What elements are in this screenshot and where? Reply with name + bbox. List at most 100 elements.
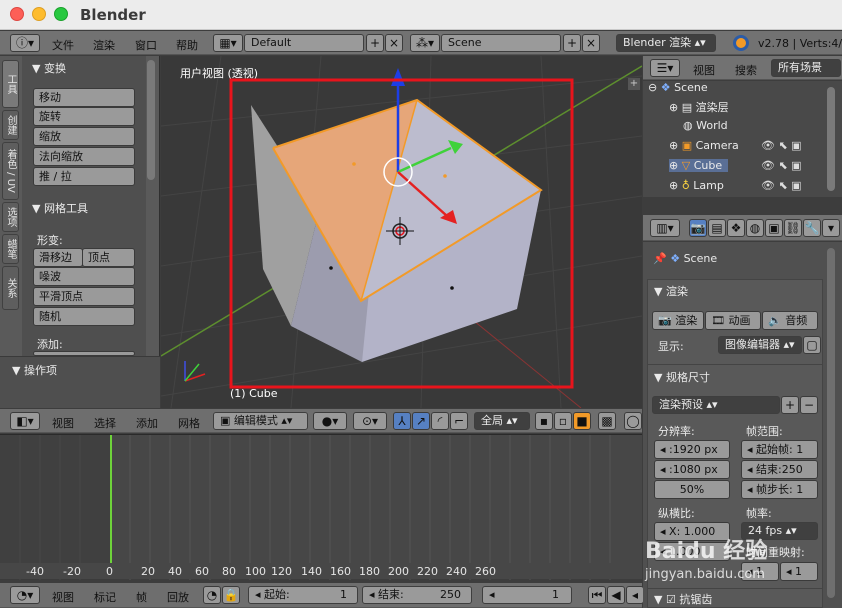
viewport-menu-select[interactable]: 选择	[94, 415, 116, 431]
limit-selection-icon[interactable]: ▩	[598, 412, 616, 430]
render-preset-select[interactable]: 渲染预设 ▴▾	[652, 396, 780, 414]
render-panel-title[interactable]: ▼ 渲染	[654, 283, 688, 299]
viewport-menu-add[interactable]: 添加	[136, 415, 158, 431]
preview-range-icon[interactable]: ◔	[203, 586, 221, 604]
shading-select-icon[interactable]: ●▾	[313, 412, 347, 430]
minimize-window-icon[interactable]	[32, 7, 46, 21]
start-frame-prop-field[interactable]: ◂ 起始帧: 1	[741, 440, 818, 459]
manipulator-z-arrow[interactable]	[391, 68, 405, 86]
noise-button[interactable]: 噪波	[33, 267, 135, 286]
menu-help[interactable]: 帮助	[176, 37, 198, 53]
smooth-vertex-button[interactable]: 平滑顶点	[33, 287, 135, 306]
menu-file[interactable]: 文件	[52, 37, 74, 53]
tab-create[interactable]: 创建	[2, 110, 19, 140]
outliner-item-world[interactable]: ◍ World	[683, 119, 728, 132]
tab-grease-pencil[interactable]: 蜡笔	[2, 234, 19, 264]
more-tabs-icon[interactable]: ▾	[822, 219, 840, 237]
tab-options[interactable]: 选项	[2, 202, 19, 232]
add-preset-icon[interactable]: +	[781, 396, 799, 414]
antialiasing-panel-title[interactable]: ▼ ☑ 抗锯齿	[654, 591, 712, 607]
timeline-menu-view[interactable]: 视图	[52, 589, 74, 605]
prev-keyframe-icon[interactable]: ◀	[607, 586, 625, 604]
properties-toggle-icon[interactable]: +	[628, 78, 640, 90]
current-frame-field[interactable]: ◂ 1	[482, 586, 572, 604]
timeline-area[interactable]	[0, 434, 642, 580]
info-editor-type-icon[interactable]: ⓘ▾	[10, 34, 40, 52]
data-tab-icon[interactable]: 🔧	[803, 219, 821, 237]
outliner-menu-view[interactable]: 视图	[693, 62, 715, 78]
layout-field[interactable]: Default	[244, 34, 364, 52]
modifiers-tab-icon[interactable]: ⛓	[784, 219, 802, 237]
layout-icon[interactable]: ▦▾	[213, 34, 243, 52]
shrink-fatten-button[interactable]: 法向缩放	[33, 147, 135, 166]
render-audio-button[interactable]: 🔈 音频	[762, 311, 818, 330]
face-select-icon[interactable]: ■	[573, 412, 591, 430]
timeline-menu-frame[interactable]: 帧	[136, 589, 147, 605]
dimensions-panel-title[interactable]: ▼ 规格尺寸	[654, 369, 710, 385]
camera-visibility-icons[interactable]: 👁 ⬉ ▣	[761, 139, 802, 152]
3d-view-editor-icon[interactable]: ◧▾	[10, 412, 40, 430]
timeline-menu-marker[interactable]: 标记	[94, 589, 116, 605]
outliner-item-lamp[interactable]: ⊕ ♁ Lamp	[669, 179, 724, 192]
menu-render[interactable]: 渲染	[93, 37, 115, 53]
close-window-icon[interactable]	[10, 7, 24, 21]
jump-start-icon[interactable]: ⏮	[588, 586, 606, 604]
outliner-menu-search[interactable]: 搜索	[735, 62, 757, 78]
render-engine-select[interactable]: Blender 渲染 ▴▾	[616, 34, 716, 52]
menu-window[interactable]: 窗口	[135, 37, 157, 53]
lamp-visibility-icons[interactable]: 👁 ⬉ ▣	[761, 179, 802, 192]
display-select[interactable]: 图像编辑器 ▴▾	[718, 336, 802, 354]
remove-scene-icon[interactable]: ×	[582, 34, 600, 52]
rotate-manipulator-icon[interactable]: ◜	[431, 412, 449, 430]
tab-tools[interactable]: 工具	[2, 60, 19, 108]
lock-range-icon[interactable]: 🔒	[222, 586, 240, 604]
outliner-filter-select[interactable]: 所有场景	[771, 59, 841, 77]
remove-layout-icon[interactable]: ×	[385, 34, 403, 52]
push-pull-button[interactable]: 推 / 拉	[33, 167, 135, 186]
lock-interface-icon[interactable]: ▢	[803, 336, 821, 354]
translate-manipulator-icon[interactable]: ↗	[412, 412, 430, 430]
add-scene-icon[interactable]: +	[563, 34, 581, 52]
3d-viewport[interactable]: 用户视图 (透视) (1) Cube +	[161, 56, 642, 408]
viewport-menu-view[interactable]: 视图	[52, 415, 74, 431]
play-reverse-icon[interactable]: ◂	[626, 586, 644, 604]
outliner-item-camera[interactable]: ⊕ ▣ Camera	[669, 139, 739, 152]
scene-icon[interactable]: ⁂▾	[410, 34, 440, 52]
randomize-button[interactable]: 随机	[33, 307, 135, 326]
resolution-y-field[interactable]: ◂ :1080 px	[654, 460, 730, 479]
properties-editor-icon[interactable]: ▥▾	[650, 219, 680, 237]
add-layout-icon[interactable]: +	[366, 34, 384, 52]
transform-panel-title[interactable]: ▼ 变换	[32, 60, 66, 76]
render-layers-tab-icon[interactable]: ▤	[708, 219, 726, 237]
tool-shelf-scrollbar[interactable]	[147, 60, 155, 180]
slide-vertex-button[interactable]: 顶点	[82, 248, 135, 267]
outliner-item-renderlayers[interactable]: ⊕ ▤ 渲染层	[669, 99, 729, 115]
world-tab-icon[interactable]: ◍	[746, 219, 764, 237]
properties-scrollbar[interactable]	[827, 248, 835, 598]
cube-visibility-icons[interactable]: 👁 ⬉ ▣	[761, 159, 802, 172]
frame-step-field[interactable]: ◂ 帧步长: 1	[741, 480, 818, 499]
orientation-select[interactable]: 全局 ▴▾	[474, 412, 530, 430]
end-frame-field[interactable]: ◂ 结束: 250	[362, 586, 472, 604]
timeline-editor-icon[interactable]: ◔▾	[10, 586, 40, 604]
current-frame-line[interactable]	[110, 435, 112, 563]
timeline-menu-playback[interactable]: 回放	[167, 589, 189, 605]
mesh-tools-panel-title[interactable]: ▼ 网格工具	[32, 200, 88, 216]
render-animation-button[interactable]: 🎞 动画	[705, 311, 761, 330]
resolution-x-field[interactable]: ◂ :1920 px	[654, 440, 730, 459]
rotate-button[interactable]: 旋转	[33, 107, 135, 126]
object-tab-icon[interactable]: ▣	[765, 219, 783, 237]
slide-edge-button[interactable]: 滑移边	[33, 248, 83, 267]
scene-field[interactable]: Scene	[441, 34, 561, 52]
viewport-menu-mesh[interactable]: 网格	[178, 415, 200, 431]
remove-preset-icon[interactable]: −	[800, 396, 818, 414]
operator-panel-title[interactable]: ▼ 操作项	[12, 362, 57, 378]
outliner-scrollbar[interactable]	[827, 87, 835, 191]
move-button[interactable]: 移动	[33, 88, 135, 107]
tab-shading-uv[interactable]: 着色 / UV	[2, 142, 19, 200]
vertex-select-icon[interactable]: ▪	[535, 412, 553, 430]
outliner-item-cube[interactable]: ⊕ ▽ Cube	[669, 159, 729, 172]
scale-manipulator-icon[interactable]: ⌐	[450, 412, 468, 430]
end-frame-prop-field[interactable]: ◂ 结束:250	[741, 460, 818, 479]
mode-select[interactable]: ▣ 编辑模式 ▴▾	[213, 412, 308, 430]
